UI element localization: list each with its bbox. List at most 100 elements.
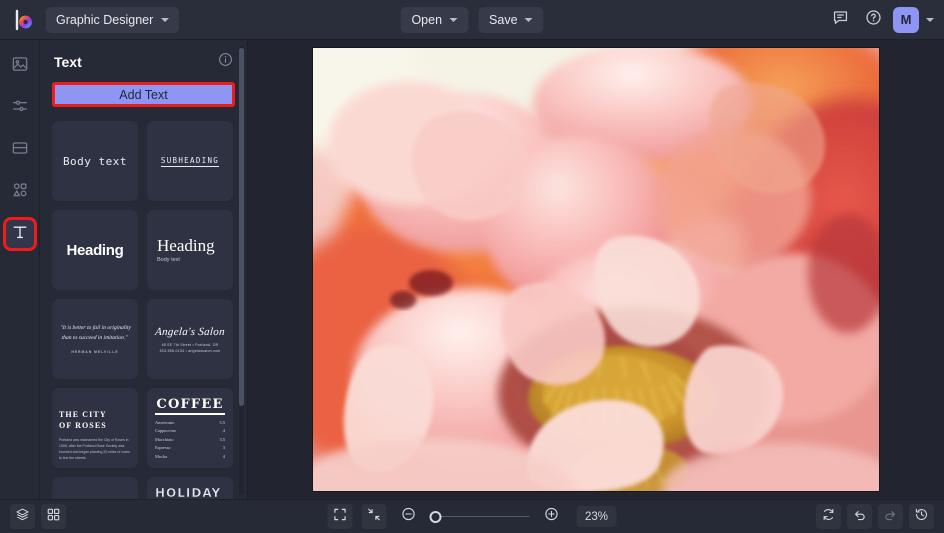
template-stack: THE CITY OF ROSES Portland was nicknamed… [59,410,131,461]
app-root: Graphic Designer Open Save M Text Add Te… [0,0,944,533]
image-icon [11,55,29,78]
redo-button[interactable] [878,504,903,529]
canvas-area[interactable] [248,40,944,499]
shapes-icon [11,181,29,204]
template-title: SUBHEADING [160,155,220,167]
bottom-right-tools [816,504,934,529]
text-template-subheading[interactable]: SUBHEADING [147,121,233,201]
template-subtitle: Body text [157,257,180,263]
text-template-coffee-menu[interactable]: COFFEE Americano 5.5 Cappuccino 4 Macchi… [147,388,233,468]
zoom-in-button[interactable] [539,504,564,529]
document-name-dropdown[interactable]: Graphic Designer [46,6,180,33]
template-attribution: HERMAN MELVILLE [71,350,119,354]
avatar-chevron-down-icon[interactable] [926,17,934,22]
zoom-slider[interactable] [429,510,530,524]
text-template-list[interactable]: Body text SUBHEADING Heading Heading Bod… [40,117,247,499]
menu-item-price: 4 [222,453,225,459]
layers-button[interactable] [10,504,35,529]
sidebar-item-photos[interactable] [6,52,34,80]
text-template-heading-serif[interactable]: Heading Body text [147,210,233,290]
template-title: Heading [66,241,124,259]
panel-scrollbar[interactable] [239,46,244,495]
menu-item-price: 3 [222,445,225,451]
comments-button[interactable] [827,7,853,33]
menu-item-price: 4 [222,428,225,434]
bottom-bar: 23% [0,499,944,533]
open-label: Open [411,12,443,27]
add-text-button[interactable]: Add Text [52,82,235,107]
help-circle-icon [865,9,882,31]
artboard[interactable] [313,48,879,491]
template-title: Body text [62,154,128,168]
text-template-holiday-sale[interactable]: HOLIDAY SALE 20% off storewide [147,477,233,499]
frame-icon [11,139,29,162]
menu-item-name: Espresso [155,445,171,451]
menu-item-name: Cappuccino [155,428,176,434]
app-logo-button[interactable] [10,6,38,34]
menu-item-price: 3.5 [219,436,226,442]
user-avatar[interactable]: M [893,6,919,33]
panel-title: Text [54,54,82,70]
text-template-body-text[interactable]: Body text [52,121,138,201]
open-button[interactable]: Open [400,6,469,33]
zoom-slider-track [429,515,530,518]
menu-item-price: 5.5 [219,420,226,425]
template-title: THE CITY OF ROSES [59,409,107,430]
text-template-quote[interactable]: "It is better to fail in originality tha… [52,299,138,379]
template-title: "It is better to fail in originality tha… [59,325,132,341]
zoom-level-display[interactable]: 23% [576,506,617,527]
info-circle-icon[interactable] [218,52,233,72]
menu-item-name: Mocha [155,453,168,459]
template-title: Angela's Salon [154,325,226,338]
document-name-label: Graphic Designer [56,12,154,27]
text-template-happy-birthday[interactable]: HAPPY Birthday [52,477,138,499]
bottom-left-tools [10,504,66,529]
add-text-wrapper: Add Text [40,78,247,117]
reset-button[interactable] [816,504,841,529]
sidebar-item-text[interactable] [2,217,37,251]
text-template-grid: Body text SUBHEADING Heading Heading Bod… [52,121,233,499]
text-template-city-of-roses[interactable]: THE CITY OF ROSES Portland was nicknamed… [52,388,138,468]
text-template-heading-sans[interactable]: Heading [52,210,138,290]
panel-header: Text [40,40,247,78]
history-button[interactable] [909,504,934,529]
sidebar-item-graphics[interactable] [6,178,34,206]
collapse-view-button[interactable] [361,504,387,529]
fit-to-screen-icon [333,507,348,527]
zoom-slider-handle[interactable] [429,510,442,523]
grid-view-button[interactable] [41,504,66,529]
text-t-icon [11,223,29,246]
redo-icon [883,507,898,527]
template-title: Heading [157,236,215,255]
add-text-label: Add Text [119,87,168,102]
body-row: Text Add Text Body text SUBHEADING Headi… [0,40,944,499]
panel-scrollbar-thumb[interactable] [239,48,244,406]
fit-to-screen-button[interactable] [327,504,353,529]
sidebar-item-adjustments[interactable] [6,94,34,122]
chevron-down-icon [524,17,533,22]
undo-button[interactable] [847,504,872,529]
zoom-out-button[interactable] [396,504,421,529]
grid-icon [46,507,61,527]
save-button[interactable]: Save [478,6,544,33]
template-line2: 503-555-0134 • angelassalon.com [159,348,221,353]
top-right-actions: M [827,6,934,33]
template-body: Portland was nicknamed the City of Roses… [59,437,130,460]
zoom-in-icon [543,506,559,527]
sliders-icon [11,97,29,120]
menu-item-name: Macchiato [155,436,174,442]
comment-icon [832,9,849,31]
menu-item: Espresso 3 [155,445,225,450]
zoom-controls: 23% [327,504,617,529]
help-button[interactable] [860,7,886,33]
color-wheel-logo-icon [13,9,35,31]
text-template-salon[interactable]: Angela's Salon 48 SE 7th Street • Portla… [147,299,233,379]
zoom-level-value: 23% [584,510,609,523]
layers-icon [15,507,30,527]
menu-item: Mocha 4 [155,454,225,459]
chevron-down-icon [449,17,458,22]
sidebar-item-layouts[interactable] [6,136,34,164]
tool-rail [0,40,40,499]
template-stack: "It is better to fail in originality tha… [59,324,131,354]
chevron-down-icon [161,17,170,22]
